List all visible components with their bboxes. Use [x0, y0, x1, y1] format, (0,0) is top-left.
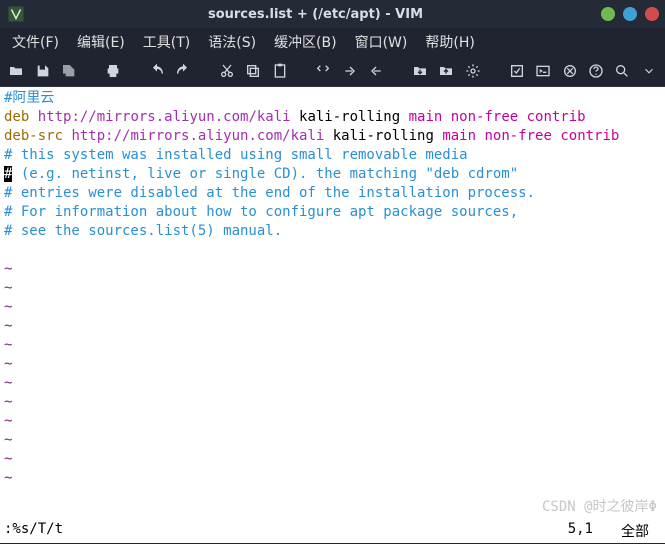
tilde-line: ~: [4, 412, 661, 431]
editor-text: deb: [4, 109, 29, 125]
app-icon: [6, 4, 26, 24]
session-load-icon[interactable]: [412, 62, 428, 80]
watermark: CSDN @时之彼岸Φ: [542, 498, 657, 517]
statusbar: :%s/T/t 5,1 全部: [0, 521, 665, 543]
cursor-position: 5,1: [568, 521, 621, 541]
tilde-line: ~: [4, 431, 661, 450]
menu-tools[interactable]: 工具(T): [143, 32, 190, 52]
menu-file[interactable]: 文件(F): [12, 32, 59, 52]
tilde-line: ~: [4, 336, 661, 355]
maximize-button[interactable]: [623, 7, 637, 21]
editor-area[interactable]: #阿里云 deb http://mirrors.aliyun.com/kali …: [0, 87, 665, 521]
tilde-line: ~: [4, 374, 661, 393]
tilde-line: ~: [4, 279, 661, 298]
menubar: 文件(F) 编辑(E) 工具(T) 语法(S) 缓冲区(B) 窗口(W) 帮助(…: [0, 28, 665, 58]
menu-syntax[interactable]: 语法(S): [208, 32, 256, 52]
editor-text: # see the sources.list(5) manual.: [4, 223, 282, 239]
toolbar-overflow-icon[interactable]: [641, 62, 657, 80]
editor-text: # entries were disabled at the end of th…: [4, 185, 535, 201]
tilde-line: ~: [4, 355, 661, 374]
tilde-line: ~: [4, 469, 661, 488]
session-save-icon[interactable]: [438, 62, 454, 80]
tilde-line: ~: [4, 260, 661, 279]
find-next-icon[interactable]: [342, 62, 358, 80]
shell-icon[interactable]: [535, 62, 551, 80]
editor-text: #阿里云: [4, 90, 54, 106]
save-icon[interactable]: [34, 62, 50, 80]
undo-icon[interactable]: [148, 62, 164, 80]
editor-text: main non-free contrib: [409, 109, 586, 125]
command-line[interactable]: :%s/T/t: [4, 521, 63, 541]
close-button[interactable]: [645, 7, 659, 21]
make-icon[interactable]: [508, 62, 524, 80]
editor-text: # For information about how to configure…: [4, 204, 518, 220]
menu-buffers[interactable]: 缓冲区(B): [274, 32, 337, 52]
redo-icon[interactable]: [175, 62, 191, 80]
editor-text: main non-free contrib: [442, 128, 619, 144]
editor-text: # this system was installed using small …: [4, 147, 468, 163]
paste-icon[interactable]: [271, 62, 287, 80]
tilde-line: ~: [4, 317, 661, 336]
settings-icon[interactable]: [465, 62, 481, 80]
tilde-line: ~: [4, 393, 661, 412]
toolbar: [0, 58, 665, 87]
editor-text: http://mirrors.aliyun.com/kali: [63, 128, 324, 144]
scroll-percent: 全部: [621, 521, 661, 541]
editor-text: (e.g. netinst, live or single CD). the m…: [12, 166, 518, 182]
print-icon[interactable]: [105, 62, 121, 80]
copy-icon[interactable]: [245, 62, 261, 80]
menu-window[interactable]: 窗口(W): [355, 32, 408, 52]
titlebar: sources.list + (/etc/apt) - VIM: [0, 0, 665, 28]
cut-icon[interactable]: [219, 62, 235, 80]
save-all-icon[interactable]: [61, 62, 77, 80]
find-replace-icon[interactable]: [315, 62, 331, 80]
help-icon[interactable]: [588, 62, 604, 80]
editor-text: deb-src: [4, 128, 63, 144]
tilde-line: ~: [4, 450, 661, 469]
editor-text: kali-rolling: [291, 109, 409, 125]
menu-edit[interactable]: 编辑(E): [77, 32, 125, 52]
find-prev-icon[interactable]: [368, 62, 384, 80]
search-help-icon[interactable]: [614, 62, 630, 80]
tags-icon[interactable]: [561, 62, 577, 80]
editor-text: http://mirrors.aliyun.com/kali: [29, 109, 290, 125]
editor-text: kali-rolling: [324, 128, 442, 144]
minimize-button[interactable]: [601, 7, 615, 21]
window-title: sources.list + (/etc/apt) - VIM: [30, 7, 601, 22]
tilde-line: ~: [4, 298, 661, 317]
open-icon[interactable]: [8, 62, 24, 80]
menu-help[interactable]: 帮助(H): [425, 32, 474, 52]
window-buttons: [601, 7, 659, 21]
